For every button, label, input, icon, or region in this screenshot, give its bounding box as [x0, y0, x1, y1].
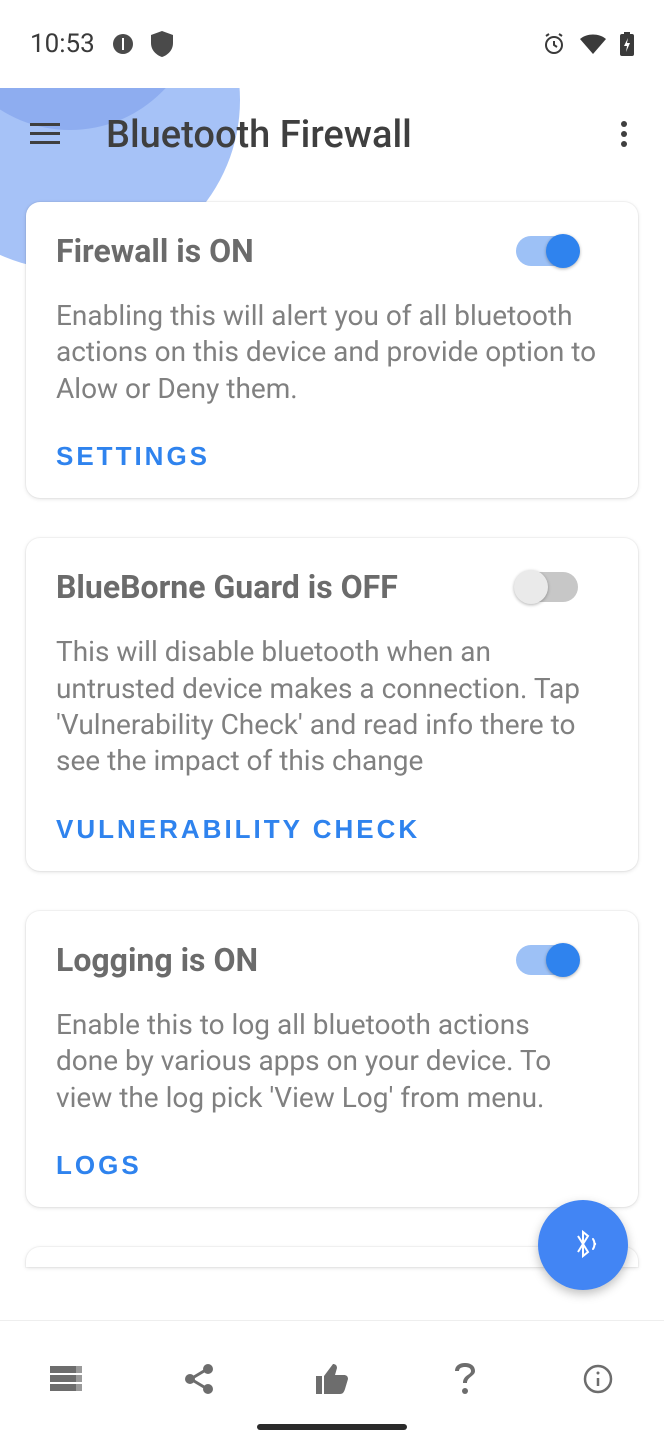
nav-info-button[interactable] [568, 1351, 628, 1411]
settings-button[interactable]: SETTINGS [56, 441, 210, 472]
logging-card-title: Logging is ON [56, 941, 258, 979]
blueborne-card-title: BlueBorne Guard is OFF [56, 568, 398, 606]
status-time: 10:53 [30, 29, 95, 59]
help-icon [455, 1363, 475, 1398]
overflow-button[interactable] [604, 115, 644, 155]
nav-list-button[interactable] [36, 1351, 96, 1411]
app-bar: Bluetooth Firewall [0, 88, 664, 182]
switch-thumb [546, 234, 580, 268]
app-title: Bluetooth Firewall [106, 113, 412, 157]
bluetooth-fab[interactable] [538, 1200, 628, 1290]
logging-card-desc: Enable this to log all bluetooth actions… [56, 1007, 598, 1116]
thumb-up-icon [316, 1364, 348, 1397]
switch-thumb [546, 943, 580, 977]
bottom-nav [0, 1320, 664, 1440]
alarm-icon [542, 32, 566, 56]
switch-thumb [514, 570, 548, 604]
blueborne-switch[interactable] [516, 572, 578, 602]
firewall-card-desc: Enabling this will alert you of all blue… [56, 298, 598, 407]
vulnerability-check-button[interactable]: VULNERABILITY CHECK [56, 814, 420, 845]
content: Firewall is ON Enabling this will alert … [0, 182, 664, 1267]
battery-charging-icon [620, 32, 634, 56]
firewall-switch[interactable] [516, 236, 578, 266]
blueborne-card: BlueBorne Guard is OFF This will disable… [26, 538, 638, 871]
nav-help-button[interactable] [435, 1351, 495, 1411]
nav-like-button[interactable] [302, 1351, 362, 1411]
dnd-icon [111, 32, 135, 56]
wifi-icon [580, 34, 606, 54]
logging-card: Logging is ON Enable this to log all blu… [26, 911, 638, 1207]
bluetooth-broadcast-icon [565, 1226, 601, 1265]
blueborne-card-desc: This will disable bluetooth when an untr… [56, 634, 598, 780]
menu-button[interactable] [20, 110, 70, 160]
logging-switch[interactable] [516, 945, 578, 975]
list-icon [50, 1366, 82, 1395]
privacy-shield-icon [151, 31, 173, 57]
firewall-card: Firewall is ON Enabling this will alert … [26, 202, 638, 498]
nav-share-button[interactable] [169, 1351, 229, 1411]
menu-icon [30, 123, 60, 148]
home-indicator[interactable] [257, 1424, 407, 1430]
status-bar: 10:53 [0, 0, 664, 88]
share-icon [184, 1363, 214, 1398]
logs-button[interactable]: LOGS [56, 1150, 142, 1181]
firewall-card-title: Firewall is ON [56, 232, 254, 270]
more-vert-icon [620, 120, 628, 151]
info-icon [583, 1364, 613, 1397]
